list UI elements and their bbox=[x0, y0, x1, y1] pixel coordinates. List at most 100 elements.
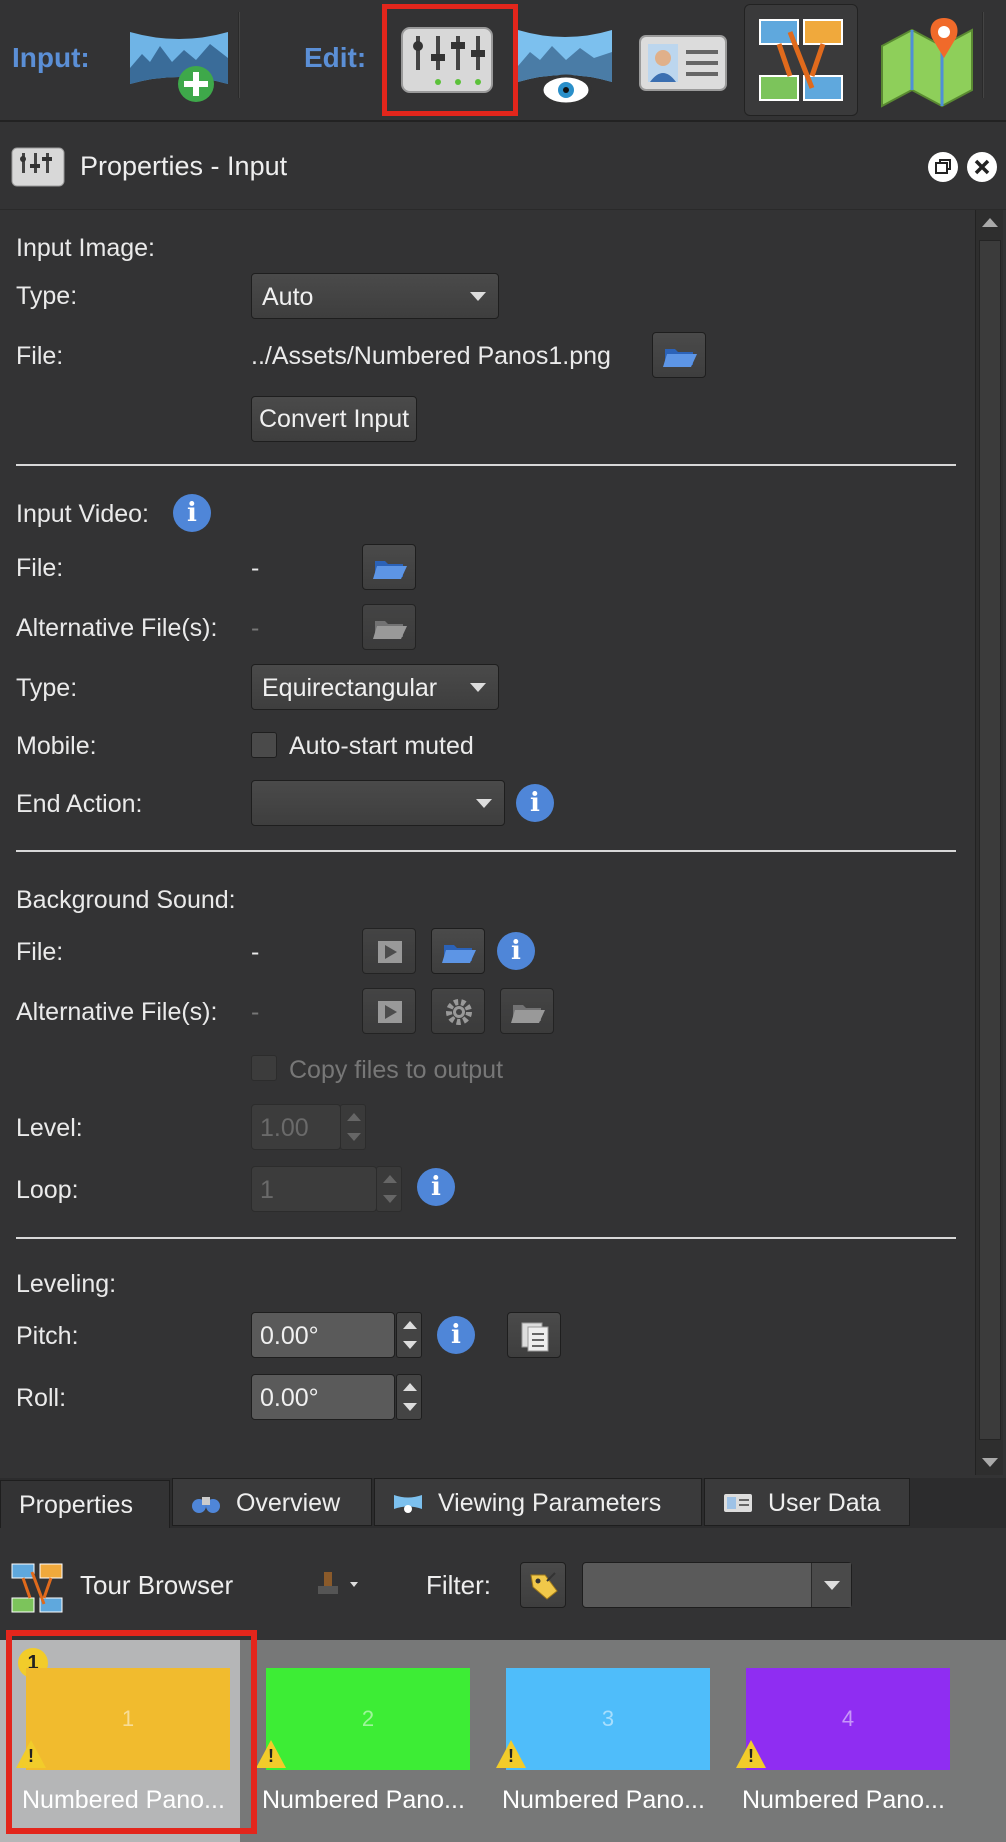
convert-input-button[interactable]: Convert Input bbox=[251, 396, 418, 442]
sound-file-value: - bbox=[251, 938, 260, 966]
open-video-file-button[interactable] bbox=[362, 544, 416, 590]
tab-overview[interactable]: Overview bbox=[172, 1478, 372, 1526]
end-action-dropdown[interactable] bbox=[251, 780, 505, 826]
thumbnail-image: 4 bbox=[746, 1668, 950, 1770]
copy-files-label: Copy files to output bbox=[289, 1056, 504, 1084]
info-icon[interactable]: i bbox=[516, 784, 554, 822]
video-type-value: Equirectangular bbox=[262, 674, 438, 702]
image-type-label: Type: bbox=[16, 282, 78, 310]
properties-panel-header: Properties - Input bbox=[0, 124, 1006, 210]
level-input[interactable]: 1.00 bbox=[251, 1104, 341, 1150]
play-icon bbox=[378, 941, 402, 963]
copy-leveling-button[interactable] bbox=[507, 1312, 561, 1358]
tab-viewing-parameters[interactable]: Viewing Parameters bbox=[374, 1478, 702, 1526]
tag-icon bbox=[530, 1572, 558, 1600]
thumbnail-image: 2 bbox=[266, 1668, 470, 1770]
thumbnail-caption: Numbered Pano... bbox=[502, 1786, 705, 1814]
node-thumbnail[interactable]: 4 ! Numbered Pano... bbox=[720, 1640, 960, 1842]
video-type-dropdown[interactable]: Equirectangular bbox=[251, 664, 499, 710]
loop-label: Loop: bbox=[16, 1176, 79, 1204]
image-type-dropdown[interactable]: Auto bbox=[251, 273, 499, 319]
background-sound-heading: Background Sound: bbox=[16, 886, 236, 914]
filter-combobox[interactable] bbox=[582, 1562, 852, 1608]
filter-tag-button[interactable] bbox=[520, 1562, 566, 1608]
pitch-input[interactable]: 0.00° bbox=[251, 1312, 395, 1358]
info-icon[interactable]: i bbox=[437, 1316, 475, 1354]
info-icon[interactable]: i bbox=[417, 1168, 455, 1206]
folder-open-icon bbox=[442, 945, 476, 963]
video-file-label: File: bbox=[16, 554, 64, 582]
chevron-down-icon bbox=[824, 1581, 840, 1590]
panel-tabs: Properties Overview Viewing Parameters U… bbox=[0, 1478, 1006, 1528]
tab-properties[interactable]: Properties bbox=[0, 1480, 170, 1528]
video-file-value: - bbox=[251, 554, 260, 582]
play-sound-button[interactable] bbox=[362, 928, 416, 974]
map-icon[interactable] bbox=[872, 6, 982, 116]
thumbnail-caption: Numbered Pano... bbox=[742, 1786, 945, 1814]
selected-node-highlight bbox=[6, 1630, 257, 1834]
info-icon[interactable]: i bbox=[497, 932, 535, 970]
image-type-value: Auto bbox=[262, 283, 314, 311]
scroll-down-icon[interactable] bbox=[982, 1458, 998, 1467]
image-file-label: File: bbox=[16, 342, 64, 370]
chevron-down-icon bbox=[470, 683, 486, 692]
tab-user-data[interactable]: User Data bbox=[704, 1478, 910, 1526]
panel-title: Properties - Input bbox=[80, 151, 288, 181]
image-file-path: ../Assets/Numbered Panos1.png bbox=[251, 342, 611, 370]
auto-start-muted-label: Auto-start muted bbox=[289, 732, 474, 760]
roll-input[interactable]: 0.00° bbox=[251, 1374, 395, 1420]
node-thumbnail[interactable]: 2 ! Numbered Pano... bbox=[240, 1640, 480, 1842]
level-stepper[interactable] bbox=[340, 1104, 366, 1150]
open-image-file-button[interactable] bbox=[652, 332, 706, 378]
open-video-alt-files-button[interactable] bbox=[362, 604, 416, 650]
properties-content: Input Image: Type: Auto File: ../Assets/… bbox=[0, 210, 975, 1475]
chevron-down-icon bbox=[470, 292, 486, 301]
filter-dropdown-button[interactable] bbox=[811, 1563, 851, 1607]
properties-scrollbar[interactable] bbox=[975, 210, 1003, 1475]
tour-browser-icon bbox=[8, 1560, 66, 1623]
open-sound-file-button[interactable] bbox=[431, 928, 485, 974]
level-label: Level: bbox=[16, 1114, 83, 1142]
section-divider bbox=[16, 850, 956, 852]
node-thumbnail[interactable]: 3 ! Numbered Pano... bbox=[480, 1640, 720, 1842]
viewing-parameters-icon[interactable] bbox=[510, 6, 620, 116]
loop-stepper[interactable] bbox=[376, 1166, 402, 1212]
section-divider bbox=[16, 1237, 956, 1239]
binoculars-icon bbox=[192, 1497, 220, 1513]
folder-open-icon bbox=[663, 349, 697, 367]
tab-label: Overview bbox=[235, 1489, 341, 1517]
info-icon[interactable]: i bbox=[173, 494, 211, 532]
tour-browser-icon[interactable] bbox=[746, 6, 856, 116]
tab-label: User Data bbox=[767, 1489, 881, 1517]
add-panorama-icon[interactable] bbox=[124, 6, 234, 116]
roll-label: Roll: bbox=[16, 1384, 67, 1412]
folder-open-icon bbox=[511, 1005, 545, 1023]
pitch-stepper[interactable] bbox=[396, 1312, 422, 1358]
roll-stepper[interactable] bbox=[396, 1374, 422, 1420]
clipboard-icon bbox=[521, 1322, 549, 1352]
play-icon bbox=[378, 1001, 402, 1023]
copy-files-checkbox[interactable] bbox=[251, 1055, 277, 1081]
section-divider bbox=[16, 464, 956, 466]
loop-input[interactable]: 1 bbox=[251, 1166, 377, 1212]
warning-icon: ! bbox=[496, 1740, 526, 1768]
sound-settings-button[interactable] bbox=[431, 988, 485, 1034]
folder-open-icon bbox=[373, 621, 407, 639]
float-panel-icon[interactable] bbox=[928, 152, 958, 182]
auto-start-muted-checkbox[interactable] bbox=[251, 732, 277, 758]
play-alt-sound-button[interactable] bbox=[362, 988, 416, 1034]
warning-icon: ! bbox=[256, 1740, 286, 1768]
tour-browser-title: Tour Browser bbox=[80, 1570, 234, 1600]
thumbnail-image: 3 bbox=[506, 1668, 710, 1770]
user-data-icon[interactable] bbox=[628, 6, 738, 116]
main-toolbar: Input: Edit: bbox=[0, 0, 1006, 122]
scroll-up-icon[interactable] bbox=[982, 218, 998, 227]
input-video-heading: Input Video: bbox=[16, 500, 149, 528]
sound-alt-files-value: - bbox=[251, 998, 260, 1026]
close-panel-icon[interactable] bbox=[967, 152, 997, 182]
stamp-menu-icon[interactable] bbox=[316, 1568, 366, 1607]
video-alt-files-value: - bbox=[251, 614, 260, 642]
scroll-thumb[interactable] bbox=[979, 240, 1001, 1440]
video-type-label: Type: bbox=[16, 674, 78, 702]
open-alt-sound-files-button[interactable] bbox=[500, 988, 554, 1034]
